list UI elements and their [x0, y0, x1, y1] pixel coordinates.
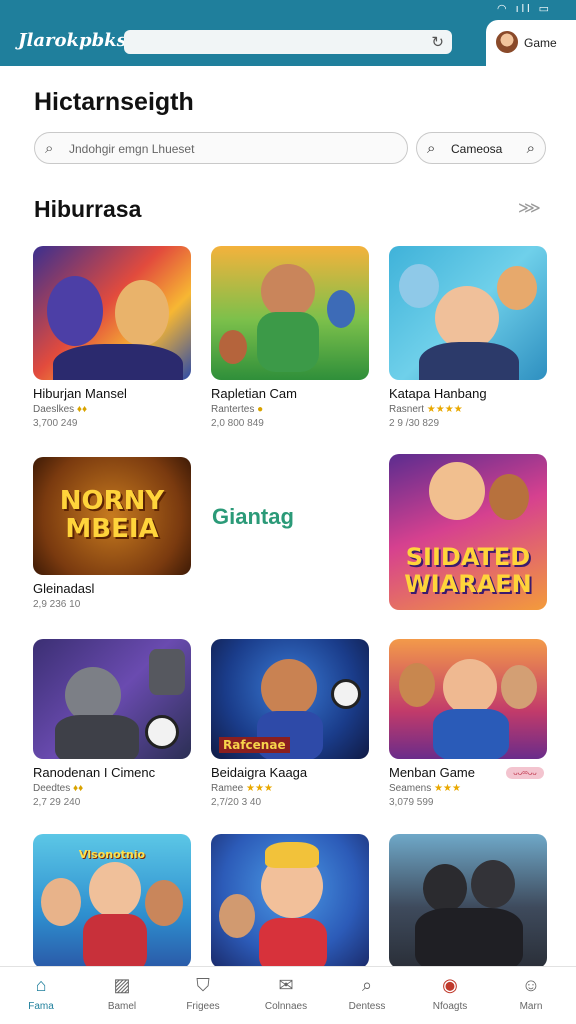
game-meta: Ramee ★★★ [211, 783, 273, 794]
bottom-navigation: ⌂ Fama ▨ Bamel ⛉ Frigees ✉ Colnnaes ⌕ De… [0, 966, 576, 1024]
rating-stars: ★★★★ [426, 404, 463, 415]
avatar [496, 31, 518, 53]
nav-item-gallery[interactable]: ▨ Bamel [82, 973, 162, 1012]
game-title: Rapletian Cam [211, 386, 297, 401]
search-placeholder: Jndohgir emgn Lhueset [69, 142, 195, 156]
game-thumbnail[interactable] [389, 639, 547, 759]
rating-icon: ♦♦ [76, 404, 88, 415]
rating-stars: ★★★ [434, 783, 461, 794]
game-card[interactable]: Menban Game Seamens ★★★ 3,079 599 [389, 639, 547, 808]
url-search-bar[interactable]: ↻ [124, 30, 452, 54]
game-art-title: Rafcenae [219, 737, 290, 753]
profile-icon: ☺ [521, 975, 541, 995]
nav-label: Bamel [107, 1001, 137, 1012]
nav-label: Colnnaes [264, 1001, 308, 1012]
nav-item-mail[interactable]: ✉ Colnnaes [246, 973, 326, 1012]
game-art-title: Vlsonotnio [78, 848, 146, 861]
game-art-title: NORNY MBEIA [59, 486, 165, 544]
game-thumbnail[interactable]: Rafcenae [211, 639, 369, 759]
rating-icon: ● [257, 404, 264, 415]
game-thumbnail[interactable]: SIIDATED WIARAEN [389, 454, 547, 610]
nav-item-home[interactable]: ⌂ Fama [1, 973, 81, 1012]
game-card[interactable]: Ranodenan I Cimenc Deedtes ♦♦ 2,7 29 240 [33, 639, 191, 808]
refresh-icon[interactable]: ↻ [431, 33, 444, 51]
game-count: 2,9 236 10 [33, 599, 81, 610]
nav-label: Frigees [186, 1001, 220, 1012]
game-title: Ranodenan I Cimenc [33, 765, 156, 780]
nav-label: Nfoagts [432, 1001, 468, 1012]
game-card[interactable] [211, 834, 369, 968]
games-search-button[interactable]: ⌕ Cameosa ⌕ [416, 132, 546, 164]
game-meta: Deedtes ♦♦ [33, 783, 84, 794]
section-title: Hiburrasa [34, 196, 142, 222]
game-art-title: SIIDATED WIARAEN [404, 543, 532, 598]
game-meta: Rantertes ● [211, 404, 264, 415]
game-count: 3,700 249 [33, 418, 78, 429]
game-card[interactable] [389, 834, 547, 968]
game-card[interactable]: Rapletian Cam Rantertes ● 2,0 800 849 [211, 246, 369, 429]
page-title: Hictarnseigth [34, 88, 194, 116]
game-count: 2,7/20 3 40 [211, 797, 262, 808]
game-card[interactable]: Hiburjan Mansel Daeslkes ♦♦ 3,700 249 [33, 246, 191, 429]
game-thumbnail[interactable] [211, 246, 369, 380]
game-profile-button[interactable]: Game [486, 20, 576, 66]
status-badge: ᴗᴗ∞ᴗᴗ [506, 767, 544, 779]
game-card[interactable]: SIIDATED WIARAEN [389, 454, 547, 610]
search-input[interactable]: ⌕ Jndohgir emgn Lhueset [34, 132, 408, 164]
nav-label: Fama [28, 1001, 54, 1012]
search-icon: ⌕ [45, 140, 54, 157]
game-label: Game [524, 36, 557, 50]
game-thumbnail[interactable] [389, 246, 547, 380]
game-thumbnail[interactable]: Vlsonotnio [33, 834, 191, 968]
mail-icon: ✉ [278, 975, 294, 995]
games-button-label: Cameosa [451, 142, 503, 156]
nav-item-profile[interactable]: ☺ Marn [491, 973, 571, 1012]
game-thumbnail[interactable]: NORNY MBEIA [33, 457, 191, 575]
nav-item-shield[interactable]: ⛉ Frigees [163, 973, 243, 1012]
game-count: 2 9 /30 829 [389, 418, 440, 429]
search-icon: ⌕ [427, 140, 436, 157]
game-title: Hiburjan Mansel [33, 386, 127, 401]
record-icon: ◉ [442, 975, 458, 995]
game-count: 2,7 29 240 [33, 797, 81, 808]
app-logo[interactable]: Jlarokpbks [18, 30, 127, 51]
search-icon: ⌕ [361, 975, 373, 995]
game-thumbnail[interactable] [389, 834, 547, 968]
game-thumbnail[interactable] [211, 834, 369, 968]
game-meta: Seamens ★★★ [389, 783, 461, 794]
rating-icon: ♦♦ [73, 783, 84, 794]
rating-stars: ★★★ [246, 783, 273, 794]
nav-label: Marn [519, 1001, 543, 1012]
game-title: Beidaigra Kaaga [211, 765, 308, 780]
see-more-icon[interactable]: ⋙ [518, 198, 541, 218]
game-card[interactable]: Rafcenae Beidaigra Kaaga Ramee ★★★ 2,7/2… [211, 639, 369, 808]
game-meta: Rasnert ★★★★ [389, 404, 463, 415]
home-icon: ⌂ [35, 975, 47, 995]
game-card[interactable]: NORNY MBEIA Gleinadasl 2,9 236 10 [33, 457, 191, 610]
game-thumbnail[interactable] [33, 246, 191, 380]
text-tile[interactable]: Giantag [212, 504, 294, 530]
game-meta: Daeslkes ♦♦ [33, 404, 88, 415]
game-card[interactable]: Vlsonotnio [33, 834, 191, 968]
game-count: 3,079 599 [389, 797, 434, 808]
gallery-icon: ▨ [113, 975, 131, 995]
search-icon: ⌕ [526, 140, 535, 157]
game-card[interactable]: Katapa Hanbang Rasnert ★★★★ 2 9 /30 829 [389, 246, 547, 429]
game-thumbnail[interactable] [33, 639, 191, 759]
game-title: Gleinadasl [33, 581, 95, 596]
shield-icon: ⛉ [196, 975, 210, 995]
nav-label: Dentess [348, 1001, 386, 1012]
game-title: Katapa Hanbang [389, 386, 487, 401]
nav-item-search[interactable]: ⌕ Dentess [327, 973, 407, 1012]
game-count: 2,0 800 849 [211, 418, 264, 429]
nav-item-record[interactable]: ◉ Nfoagts [410, 973, 490, 1012]
status-icons: ◠ ıll ▭ [496, 3, 552, 15]
